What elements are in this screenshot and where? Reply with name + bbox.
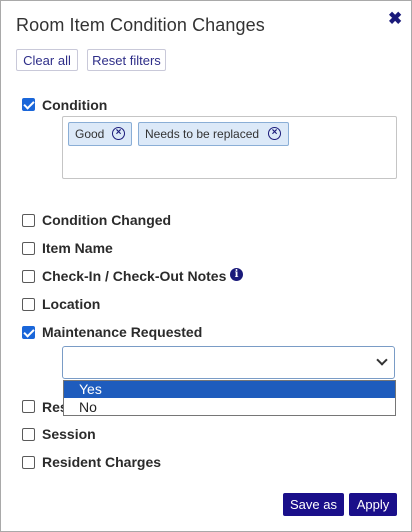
condition-changed-checkbox[interactable]: [22, 214, 35, 227]
maintenance-checkbox[interactable]: [22, 326, 35, 339]
condition-tag-input[interactable]: Good × Needs to be replaced ×: [62, 116, 397, 179]
tag-good-label: Good: [75, 127, 105, 141]
chevron-down-icon: [376, 354, 388, 366]
session-label: Session: [42, 426, 96, 442]
remove-tag-icon[interactable]: ×: [112, 127, 125, 140]
tag-needs-replaced: Needs to be replaced ×: [138, 122, 289, 146]
res-checkbox[interactable]: [22, 400, 35, 413]
condition-label: Condition: [42, 97, 108, 113]
item-name-checkbox[interactable]: [22, 242, 35, 255]
tag-needs-replaced-label: Needs to be replaced: [145, 127, 260, 141]
filter-dialog: Room Item Condition Changes ✖ Clear all …: [0, 0, 412, 532]
maintenance-label: Maintenance Requested: [42, 324, 203, 340]
location-checkbox[interactable]: [22, 298, 35, 311]
save-as-button[interactable]: Save as: [283, 493, 344, 516]
maintenance-select[interactable]: [62, 346, 395, 379]
option-yes[interactable]: Yes: [64, 381, 395, 398]
dialog-title: Room Item Condition Changes: [16, 15, 265, 35]
notes-label: Check-In / Check-Out Notes: [42, 268, 227, 284]
condition-checkbox[interactable]: [22, 98, 35, 111]
option-no[interactable]: No: [64, 399, 395, 416]
notes-checkbox[interactable]: [22, 270, 35, 283]
condition-changed-label: Condition Changed: [42, 212, 172, 228]
apply-button[interactable]: Apply: [349, 493, 397, 516]
resident-charges-checkbox[interactable]: [22, 456, 35, 469]
location-label: Location: [42, 296, 101, 312]
resident-charges-label: Resident Charges: [42, 454, 162, 470]
info-icon[interactable]: i: [230, 268, 243, 281]
remove-tag-icon[interactable]: ×: [268, 127, 281, 140]
item-name-label: Item Name: [42, 240, 113, 256]
reset-filters-button[interactable]: Reset filters: [87, 49, 166, 71]
clear-all-button[interactable]: Clear all: [16, 49, 78, 71]
close-icon[interactable]: ✖: [388, 10, 404, 28]
maintenance-options-list: Yes No: [63, 380, 396, 416]
tag-good: Good ×: [68, 122, 132, 146]
session-checkbox[interactable]: [22, 428, 35, 441]
